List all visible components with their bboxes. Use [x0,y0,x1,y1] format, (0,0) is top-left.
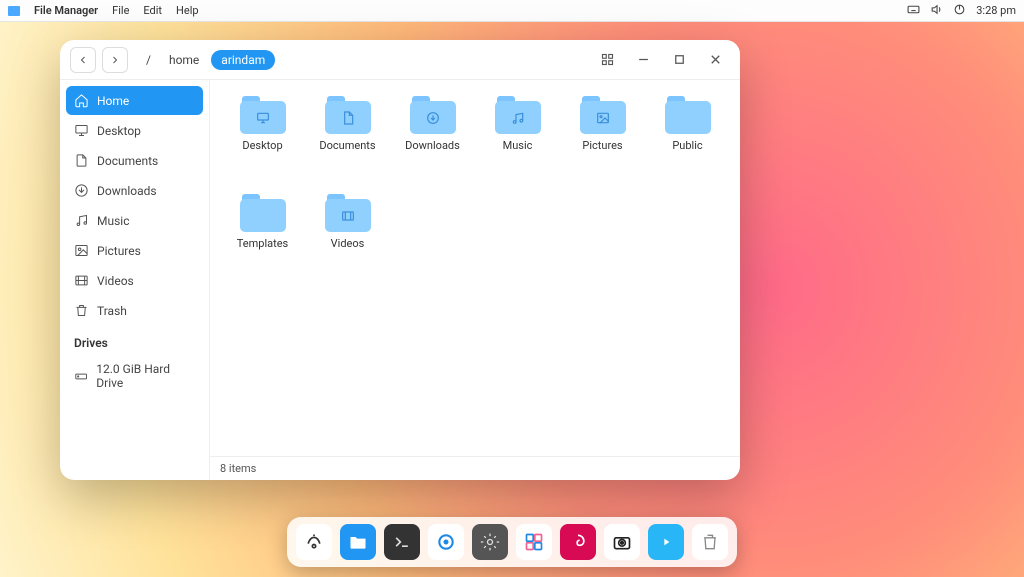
crumb-root[interactable]: / [140,50,157,70]
folder-label: Music [503,139,533,152]
clock[interactable]: 3:28 pm [976,4,1016,17]
folder-videos[interactable]: Videos [305,194,390,286]
folder-icon [240,194,286,232]
sidebar-item-home[interactable]: Home [66,86,203,115]
sidebar-item-label: Trash [97,304,127,318]
minimize-button[interactable] [628,45,658,75]
crumb-home[interactable]: home [163,50,205,70]
app-indicator-icon [8,6,20,16]
sidebar-item-label: Videos [97,274,134,288]
crumb-current[interactable]: arindam [211,50,275,70]
folder-icon [240,96,286,134]
volume-icon[interactable] [930,3,943,19]
sidebar-item-drive[interactable]: 12.0 GiB Hard Drive [66,355,203,397]
panel-tray: 3:28 pm [907,3,1016,19]
sidebar-item-label: Music [97,214,129,228]
dock-trash[interactable] [692,524,728,560]
folder-icon [665,96,711,134]
view-grid-button[interactable] [592,45,622,75]
dock-browser[interactable] [428,524,464,560]
power-icon[interactable] [953,3,966,19]
folder-label: Desktop [242,139,282,152]
keyboard-icon[interactable] [907,3,920,19]
folder-icon [325,194,371,232]
status-bar: 8 items [210,456,740,480]
breadcrumb: / home arindam [140,50,275,70]
folder-downloads[interactable]: Downloads [390,96,475,188]
folder-music[interactable]: Music [475,96,560,188]
folder-icon [325,96,371,134]
top-panel: File Manager File Edit Help 3:28 pm [0,0,1024,22]
folder-label: Pictures [582,139,622,152]
sidebar-item-label: 12.0 GiB Hard Drive [96,362,195,390]
panel-menu: File Manager File Edit Help [8,4,199,17]
sidebar-item-label: Desktop [97,124,141,138]
dock-screenshot[interactable] [516,524,552,560]
dock-player[interactable] [648,524,684,560]
folder-desktop[interactable]: Desktop [220,96,305,188]
folder-label: Public [672,139,702,152]
sidebar-item-label: Documents [97,154,158,168]
maximize-button[interactable] [664,45,694,75]
sidebar-item-documents[interactable]: Documents [66,146,203,175]
menu-help[interactable]: Help [176,4,199,17]
file-manager-window: / home arindam Home Desktop Documents [60,40,740,480]
status-text: 8 items [220,462,256,475]
sidebar-item-music[interactable]: Music [66,206,203,235]
folder-label: Templates [237,237,288,250]
sidebar-item-downloads[interactable]: Downloads [66,176,203,205]
sidebar-drives-header: Drives [66,326,203,354]
folder-icon [495,96,541,134]
folder-pictures[interactable]: Pictures [560,96,645,188]
sidebar-item-label: Home [97,94,129,108]
dock-terminal[interactable] [384,524,420,560]
folder-label: Videos [331,237,365,250]
dock-launcher[interactable] [296,524,332,560]
folder-icon [580,96,626,134]
sidebar-item-videos[interactable]: Videos [66,266,203,295]
sidebar-item-label: Downloads [97,184,157,198]
folder-grid[interactable]: Desktop Documents Downloads Music Pictur… [210,80,740,456]
close-button[interactable] [700,45,730,75]
sidebar-item-label: Pictures [97,244,141,258]
dock-files[interactable] [340,524,376,560]
app-title: File Manager [34,4,98,17]
folder-icon [410,96,456,134]
dock [287,517,737,567]
sidebar: Home Desktop Documents Downloads Music P… [60,80,210,480]
back-button[interactable] [70,47,96,73]
folder-label: Downloads [405,139,460,152]
dock-camera[interactable] [604,524,640,560]
window-toolbar: / home arindam [60,40,740,80]
folder-templates[interactable]: Templates [220,194,305,286]
dock-debian[interactable] [560,524,596,560]
dock-settings[interactable] [472,524,508,560]
folder-documents[interactable]: Documents [305,96,390,188]
folder-public[interactable]: Public [645,96,730,188]
menu-edit[interactable]: Edit [143,4,162,17]
folder-label: Documents [319,139,375,152]
forward-button[interactable] [102,47,128,73]
sidebar-item-pictures[interactable]: Pictures [66,236,203,265]
menu-file[interactable]: File [112,4,129,17]
content-area: Desktop Documents Downloads Music Pictur… [210,80,740,480]
sidebar-item-desktop[interactable]: Desktop [66,116,203,145]
sidebar-item-trash[interactable]: Trash [66,296,203,325]
